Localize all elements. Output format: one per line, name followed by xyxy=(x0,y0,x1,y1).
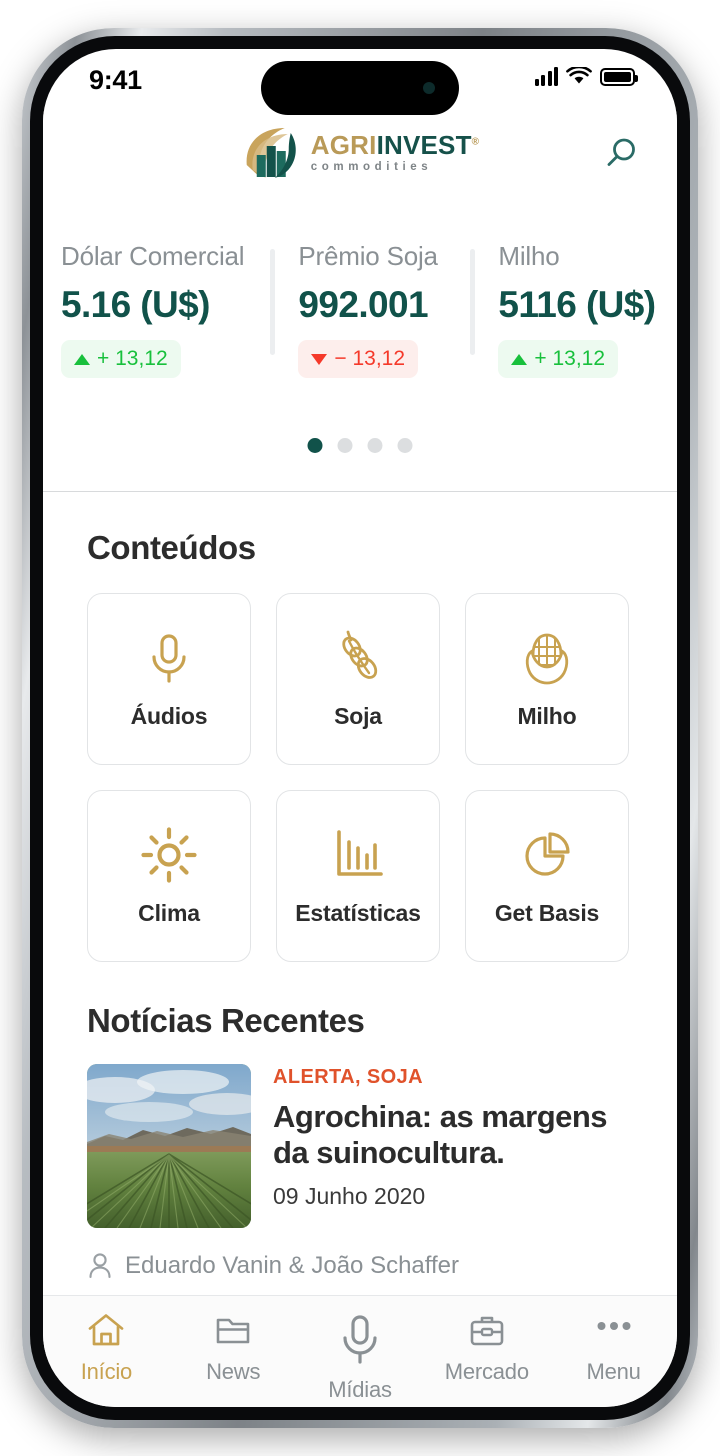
ticker-value: 5.16 (U$) xyxy=(61,284,210,325)
content-tile-pie-chart[interactable]: Get Basis xyxy=(465,790,629,962)
content-tile-label: Soja xyxy=(334,702,382,729)
content-tile-corn-cob[interactable]: Milho xyxy=(465,593,629,765)
section-title-noticias: Notícias Recentes xyxy=(87,1002,365,1039)
status-bar: 9:41 xyxy=(43,49,677,115)
market-ticker-section[interactable]: Dólar Comercial 5.16 (U$) + 13,12 Prêmio… xyxy=(43,195,677,492)
ticker-label: Prêmio Soja xyxy=(298,241,438,271)
tab-label: Mercado xyxy=(444,1359,529,1384)
logo-name: AGRIINVEST® xyxy=(311,132,480,158)
folder-icon xyxy=(216,1318,250,1344)
front-camera-lens xyxy=(423,82,435,94)
battery-icon xyxy=(600,67,638,86)
ticker-divider xyxy=(270,249,276,355)
registered-mark: ® xyxy=(471,136,480,148)
soybean-pod-icon xyxy=(342,630,378,679)
tab-label: Mídias xyxy=(328,1377,392,1402)
pagination-dot[interactable] xyxy=(337,438,353,453)
tab-mercado[interactable]: Mercado xyxy=(423,1310,550,1385)
ticker-card[interactable]: Prêmio Soja 992.001 − 13,12 xyxy=(270,241,470,378)
content-grid[interactable]: Áudios Soja Milho Clima Estatísticas Get… xyxy=(87,593,677,962)
bottom-tab-bar[interactable]: Início News Mídias Mercado Menu xyxy=(43,1295,677,1407)
phone-frame: 9:41 AGRIINVEST® commodities Dólar Comer… xyxy=(22,28,698,1428)
ticker-value: 5116 (U$) xyxy=(498,284,656,325)
pagination-dot[interactable] xyxy=(307,438,323,453)
tab-incio[interactable]: Início xyxy=(43,1310,170,1385)
ticker-card[interactable]: Dólar Comercial 5.16 (U$) + 13,12 xyxy=(61,241,270,378)
logo-name-invest: INVEST xyxy=(376,130,472,161)
ticker-value: 992.001 xyxy=(298,284,428,325)
ticker-divider xyxy=(470,249,476,355)
tab-label: Menu xyxy=(586,1359,641,1384)
content-tile-sun[interactable]: Clima xyxy=(87,790,251,962)
ticker-card[interactable]: Milho 5116 (U$) + 13,12 xyxy=(470,241,677,378)
content-tile-microphone[interactable]: Áudios xyxy=(87,593,251,765)
agrinvest-logo-mark xyxy=(241,125,303,181)
microphone-icon xyxy=(152,633,186,683)
news-thumbnail xyxy=(87,1064,251,1228)
content-tile-label: Áudios xyxy=(130,702,208,729)
phone-screen: 9:41 AGRIINVEST® commodities Dólar Comer… xyxy=(43,49,677,1407)
ticker-carousel[interactable]: Dólar Comercial 5.16 (U$) + 13,12 Prêmio… xyxy=(43,241,677,378)
triangle-up-icon xyxy=(74,353,90,365)
cellular-signal-icon xyxy=(534,67,558,86)
home-icon xyxy=(89,1314,124,1346)
ticker-label: Dólar Comercial xyxy=(61,241,245,271)
status-time: 9:41 xyxy=(89,65,142,95)
ticker-change-value: + 13,12 xyxy=(97,347,168,370)
tab-label: Início xyxy=(80,1359,133,1384)
content-tile-soybean-pod[interactable]: Soja xyxy=(276,593,440,765)
news-author-row: Eduardo Vanin & João Schaffer xyxy=(87,1248,633,1280)
logo-subtitle: commodities xyxy=(310,161,433,174)
app-logo: AGRIINVEST® commodities xyxy=(241,125,480,181)
carousel-pagination[interactable] xyxy=(307,438,413,453)
triangle-up-icon xyxy=(511,353,528,365)
logo-wordmark: AGRIINVEST® commodities xyxy=(311,132,480,174)
pagination-dot[interactable] xyxy=(397,438,413,453)
briefcase-icon xyxy=(470,1316,504,1346)
status-indicators xyxy=(534,67,638,86)
content-tile-label: Clima xyxy=(138,899,200,926)
content-scroll-area[interactable]: Conteúdos Áudios Soja Milho Clima Estatí… xyxy=(43,493,677,1331)
microphone-icon xyxy=(343,1315,377,1364)
pagination-dot[interactable] xyxy=(367,438,383,453)
sun-icon xyxy=(141,826,197,883)
search-button[interactable] xyxy=(599,131,643,175)
section-title-conteudos: Conteúdos xyxy=(87,529,256,566)
triangle-down-icon xyxy=(311,353,328,365)
tab-news[interactable]: News xyxy=(170,1310,297,1385)
ticker-change-value: + 13,12 xyxy=(534,347,606,370)
dynamic-island xyxy=(261,61,459,115)
ticker-label: Milho xyxy=(498,241,560,271)
pie-chart-icon xyxy=(525,831,570,876)
news-author-names: Eduardo Vanin & João Schaffer xyxy=(125,1252,460,1279)
wifi-icon xyxy=(566,67,592,84)
ticker-change-badge: + 13,12 xyxy=(498,340,619,378)
search-icon xyxy=(607,138,635,166)
ticker-change-badge: + 13,12 xyxy=(61,340,181,378)
content-tile-label: Milho xyxy=(517,702,577,729)
news-headline: Agrochina: as margens da suinocultura. xyxy=(273,1099,608,1170)
news-list-item[interactable]: ALERTA, SOJA Agrochina: as margens da su… xyxy=(87,1064,633,1228)
phone-bezel: 9:41 AGRIINVEST® commodities Dólar Comer… xyxy=(30,36,690,1420)
app-header: AGRIINVEST® commodities xyxy=(43,111,677,195)
tab-mdias[interactable]: Mídias xyxy=(297,1310,424,1403)
news-category-tag: ALERTA, SOJA xyxy=(273,1066,423,1088)
news-text-block: ALERTA, SOJA Agrochina: as margens da su… xyxy=(273,1064,633,1228)
person-icon xyxy=(89,1253,111,1279)
tab-label: News xyxy=(206,1359,261,1384)
content-tile-bar-chart[interactable]: Estatísticas xyxy=(276,790,440,962)
ticker-change-value: − 13,12 xyxy=(334,347,406,370)
content-tile-label: Get Basis xyxy=(494,899,600,926)
logo-name-agri: AGRI xyxy=(310,130,377,161)
content-tile-label: Estatísticas xyxy=(295,899,421,926)
tab-menu[interactable]: Menu xyxy=(550,1310,677,1385)
ellipsis-icon xyxy=(597,1322,631,1330)
bar-chart-icon xyxy=(337,829,383,876)
ticker-change-badge: − 13,12 xyxy=(298,340,419,378)
news-date: 09 Junho 2020 xyxy=(273,1182,426,1209)
corn-cob-icon xyxy=(525,633,569,684)
